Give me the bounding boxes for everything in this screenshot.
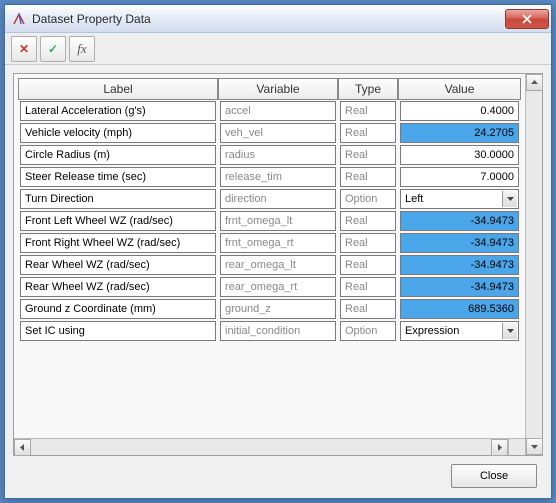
table-row: Lateral Acceleration (g's)accelReal0.400…: [18, 100, 521, 122]
label-cell[interactable]: Ground z Coordinate (mm): [20, 299, 216, 319]
label-cell[interactable]: Set IC using: [20, 321, 216, 341]
table-row: Rear Wheel WZ (rad/sec)rear_omega_ltReal…: [18, 254, 521, 276]
variable-cell: rear_omega_rt: [220, 277, 336, 297]
variable-cell: accel: [220, 101, 336, 121]
value-cell[interactable]: 689.5360: [400, 299, 519, 319]
table-row: Set IC usinginitial_conditionOption Expre…: [18, 320, 521, 342]
scroll-up-button[interactable]: [526, 74, 543, 91]
type-cell: Option: [340, 189, 396, 209]
label-cell[interactable]: Lateral Acceleration (g's): [20, 101, 216, 121]
app-icon: [11, 11, 27, 27]
label-cell[interactable]: Rear Wheel WZ (rad/sec): [20, 255, 216, 275]
fx-button[interactable]: fx: [69, 36, 95, 62]
fx-icon: fx: [77, 41, 86, 57]
variable-cell: direction: [220, 189, 336, 209]
type-cell: Real: [340, 255, 396, 275]
check-icon: ✓: [48, 42, 58, 56]
variable-cell: veh_vel: [220, 123, 336, 143]
window-close-button[interactable]: [505, 9, 549, 29]
type-cell: Real: [340, 277, 396, 297]
label-cell[interactable]: Circle Radius (m): [20, 145, 216, 165]
label-cell[interactable]: Steer Release time (sec): [20, 167, 216, 187]
grid-area: Label Variable Type Value Lateral Accele…: [14, 74, 525, 438]
col-header-variable[interactable]: Variable: [218, 78, 338, 100]
col-header-type[interactable]: Type: [338, 78, 398, 100]
apply-button[interactable]: ✓: [40, 36, 66, 62]
scroll-right-button[interactable]: [491, 439, 508, 456]
scroll-down-button[interactable]: [526, 438, 543, 455]
table-row: Circle Radius (m)radiusReal30.0000: [18, 144, 521, 166]
dropdown-value: Expression: [405, 322, 459, 340]
chevron-down-icon[interactable]: [502, 191, 517, 207]
close-button-label: Close: [480, 470, 508, 482]
type-cell: Real: [340, 145, 396, 165]
scroll-left-button[interactable]: [14, 439, 31, 456]
window-title: Dataset Property Data: [32, 12, 505, 26]
dialog-footer: Close: [13, 456, 543, 490]
type-cell: Real: [340, 233, 396, 253]
value-cell[interactable]: -34.9473: [400, 233, 519, 253]
value-cell[interactable]: 30.0000: [400, 145, 519, 165]
value-cell[interactable]: -34.9473: [400, 255, 519, 275]
table-row: Rear Wheel WZ (rad/sec)rear_omega_rtReal…: [18, 276, 521, 298]
type-cell: Option: [340, 321, 396, 341]
variable-cell: frnt_omega_rt: [220, 233, 336, 253]
variable-cell: frnt_omega_lt: [220, 211, 336, 231]
cancel-button[interactable]: ✕: [11, 36, 37, 62]
property-table: Label Variable Type Value Lateral Accele…: [18, 78, 521, 342]
variable-cell: release_tim: [220, 167, 336, 187]
table-row: Front Left Wheel WZ (rad/sec)frnt_omega_…: [18, 210, 521, 232]
table-row: Vehicle velocity (mph)veh_velReal24.2705: [18, 122, 521, 144]
content-area: Label Variable Type Value Lateral Accele…: [5, 65, 551, 498]
type-cell: Real: [340, 123, 396, 143]
table-row: Turn DirectiondirectionOption Left: [18, 188, 521, 210]
label-cell[interactable]: Vehicle velocity (mph): [20, 123, 216, 143]
table-row: Front Right Wheel WZ (rad/sec)frnt_omega…: [18, 232, 521, 254]
dialog-window: Dataset Property Data ✕ ✓ fx: [4, 4, 552, 499]
value-cell[interactable]: -34.9473: [400, 277, 519, 297]
col-header-label[interactable]: Label: [18, 78, 218, 100]
vertical-scrollbar[interactable]: [525, 74, 542, 455]
close-button[interactable]: Close: [451, 464, 537, 488]
variable-cell: ground_z: [220, 299, 336, 319]
toolbar: ✕ ✓ fx: [5, 33, 551, 65]
variable-cell: initial_condition: [220, 321, 336, 341]
chevron-down-icon[interactable]: [502, 323, 517, 339]
variable-cell: rear_omega_lt: [220, 255, 336, 275]
value-dropdown[interactable]: Expression: [400, 321, 519, 341]
titlebar: Dataset Property Data: [5, 5, 551, 33]
value-cell[interactable]: 24.2705: [400, 123, 519, 143]
table-row: Ground z Coordinate (mm)ground_zReal689.…: [18, 298, 521, 320]
label-cell[interactable]: Front Left Wheel WZ (rad/sec): [20, 211, 216, 231]
value-dropdown[interactable]: Left: [400, 189, 519, 209]
label-cell[interactable]: Front Right Wheel WZ (rad/sec): [20, 233, 216, 253]
cancel-icon: ✕: [19, 42, 29, 56]
col-header-value[interactable]: Value: [398, 78, 521, 100]
horizontal-scrollbar[interactable]: [14, 438, 508, 455]
table-row: Steer Release time (sec)release_timReal7…: [18, 166, 521, 188]
type-cell: Real: [340, 211, 396, 231]
value-cell[interactable]: 7.0000: [400, 167, 519, 187]
grid-frame: Label Variable Type Value Lateral Accele…: [13, 73, 543, 456]
value-cell[interactable]: 0.4000: [400, 101, 519, 121]
dropdown-value: Left: [405, 190, 423, 208]
scroll-corner: [508, 438, 525, 455]
type-cell: Real: [340, 101, 396, 121]
type-cell: Real: [340, 167, 396, 187]
label-cell[interactable]: Rear Wheel WZ (rad/sec): [20, 277, 216, 297]
value-cell[interactable]: -34.9473: [400, 211, 519, 231]
variable-cell: radius: [220, 145, 336, 165]
label-cell[interactable]: Turn Direction: [20, 189, 216, 209]
type-cell: Real: [340, 299, 396, 319]
